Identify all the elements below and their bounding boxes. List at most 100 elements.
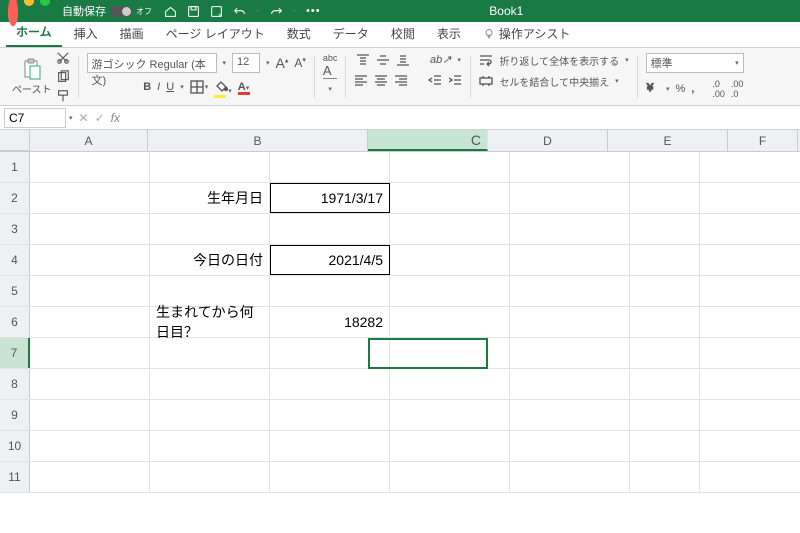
- cell-F3[interactable]: [630, 214, 700, 244]
- cell-A2[interactable]: [30, 183, 150, 213]
- col-header-e[interactable]: E: [608, 130, 728, 151]
- cell-A3[interactable]: [30, 214, 150, 244]
- cell-A10[interactable]: [30, 431, 150, 461]
- select-all-corner[interactable]: [0, 130, 30, 151]
- underline-button[interactable]: U: [166, 81, 174, 93]
- currency-button[interactable]: ¥: [646, 80, 660, 97]
- cell-D5[interactable]: [390, 276, 510, 306]
- orientation-button[interactable]: ab↗: [430, 53, 451, 66]
- worksheet[interactable]: A B C D E F 12生年月日1971/3/1734今日の日付2021/4…: [0, 130, 800, 533]
- cell-F11[interactable]: [630, 462, 700, 492]
- cell-F4[interactable]: [630, 245, 700, 275]
- cell-C8[interactable]: [270, 369, 390, 399]
- cell-E6[interactable]: [510, 307, 630, 337]
- cell-E4[interactable]: [510, 245, 630, 275]
- cell-F6[interactable]: [630, 307, 700, 337]
- align-bottom-icon[interactable]: [396, 53, 410, 67]
- cell-D4[interactable]: [390, 245, 510, 275]
- row-header-2[interactable]: 2: [0, 183, 30, 213]
- cell-B4[interactable]: 今日の日付: [150, 245, 270, 275]
- paste-button[interactable]: ペースト: [12, 58, 52, 96]
- toggle-switch[interactable]: [110, 6, 132, 17]
- cell-B3[interactable]: [150, 214, 270, 244]
- row-header-11[interactable]: 11: [0, 462, 30, 492]
- row-header-5[interactable]: 5: [0, 276, 30, 306]
- tab-home[interactable]: ホーム: [6, 18, 62, 47]
- align-left-icon[interactable]: [354, 73, 368, 87]
- cell-A6[interactable]: [30, 307, 150, 337]
- fill-color-button[interactable]: ▾: [214, 79, 232, 96]
- align-center-icon[interactable]: [374, 73, 388, 87]
- cell-C1[interactable]: [270, 152, 390, 182]
- cell-D10[interactable]: [390, 431, 510, 461]
- cell-C6[interactable]: 18282: [270, 307, 390, 337]
- cell-C5[interactable]: [270, 276, 390, 306]
- row-header-8[interactable]: 8: [0, 369, 30, 399]
- number-format-select[interactable]: 標準▾: [646, 53, 744, 73]
- cut-icon[interactable]: [56, 51, 70, 65]
- align-middle-icon[interactable]: [376, 53, 390, 67]
- tab-pagelayout[interactable]: ページ レイアウト: [156, 20, 275, 47]
- cell-C7[interactable]: [270, 338, 390, 368]
- cell-D1[interactable]: [390, 152, 510, 182]
- cell-B2[interactable]: 生年月日: [150, 183, 270, 213]
- font-name-select[interactable]: 游ゴシック Regular (本文): [87, 53, 217, 73]
- cancel-formula-icon[interactable]: ✕: [79, 111, 89, 125]
- cell-D2[interactable]: [390, 183, 510, 213]
- format-painter-icon[interactable]: [56, 89, 70, 103]
- cell-F10[interactable]: [630, 431, 700, 461]
- cell-B6[interactable]: 生まれてから何日目？: [150, 307, 270, 337]
- cell-A1[interactable]: [30, 152, 150, 182]
- comma-button[interactable]: ,: [691, 83, 694, 95]
- cell-C11[interactable]: [270, 462, 390, 492]
- cell-B9[interactable]: [150, 400, 270, 430]
- tab-insert[interactable]: 挿入: [64, 20, 108, 47]
- cell-D9[interactable]: [390, 400, 510, 430]
- cell-E10[interactable]: [510, 431, 630, 461]
- maximize-window[interactable]: [40, 0, 50, 6]
- increase-font-icon[interactable]: A▴: [276, 55, 289, 71]
- cell-F8[interactable]: [630, 369, 700, 399]
- col-header-c[interactable]: C: [368, 130, 488, 151]
- align-right-icon[interactable]: [394, 73, 408, 87]
- borders-button[interactable]: ▾: [190, 80, 209, 94]
- col-header-f[interactable]: F: [728, 130, 798, 151]
- cell-D11[interactable]: [390, 462, 510, 492]
- col-header-a[interactable]: A: [30, 130, 148, 151]
- cell-B8[interactable]: [150, 369, 270, 399]
- cell-A9[interactable]: [30, 400, 150, 430]
- percent-button[interactable]: %: [675, 83, 685, 95]
- cell-A11[interactable]: [30, 462, 150, 492]
- indent-decrease-icon[interactable]: [428, 73, 442, 87]
- save-icon[interactable]: [187, 5, 200, 18]
- cell-A8[interactable]: [30, 369, 150, 399]
- row-header-7[interactable]: 7: [0, 338, 30, 368]
- cell-D8[interactable]: [390, 369, 510, 399]
- decrease-decimal-icon[interactable]: .00.0: [731, 79, 744, 99]
- cell-E2[interactable]: [510, 183, 630, 213]
- name-box-caret[interactable]: ▾: [69, 114, 73, 122]
- tab-view[interactable]: 表示: [427, 20, 471, 47]
- cell-E3[interactable]: [510, 214, 630, 244]
- cell-F5[interactable]: [630, 276, 700, 306]
- align-top-icon[interactable]: [356, 53, 370, 67]
- increase-decimal-icon[interactable]: .0.00: [712, 79, 725, 99]
- fx-icon[interactable]: fx: [111, 111, 120, 125]
- confirm-formula-icon[interactable]: ✓: [95, 111, 105, 125]
- copy-icon[interactable]: [56, 70, 70, 84]
- row-header-6[interactable]: 6: [0, 307, 30, 337]
- autosave-toggle[interactable]: 自動保存 オフ: [62, 3, 152, 19]
- font-color-button[interactable]: A▾: [238, 81, 249, 93]
- cell-F9[interactable]: [630, 400, 700, 430]
- tab-formulas[interactable]: 数式: [277, 20, 321, 47]
- cell-A4[interactable]: [30, 245, 150, 275]
- cell-C4[interactable]: 2021/4/5: [270, 245, 390, 275]
- decrease-font-icon[interactable]: A▾: [294, 56, 306, 70]
- cell-C2[interactable]: 1971/3/17: [270, 183, 390, 213]
- cell-E5[interactable]: [510, 276, 630, 306]
- cell-B1[interactable]: [150, 152, 270, 182]
- cell-E8[interactable]: [510, 369, 630, 399]
- row-header-3[interactable]: 3: [0, 214, 30, 244]
- cell-E7[interactable]: [510, 338, 630, 368]
- cell-F2[interactable]: [630, 183, 700, 213]
